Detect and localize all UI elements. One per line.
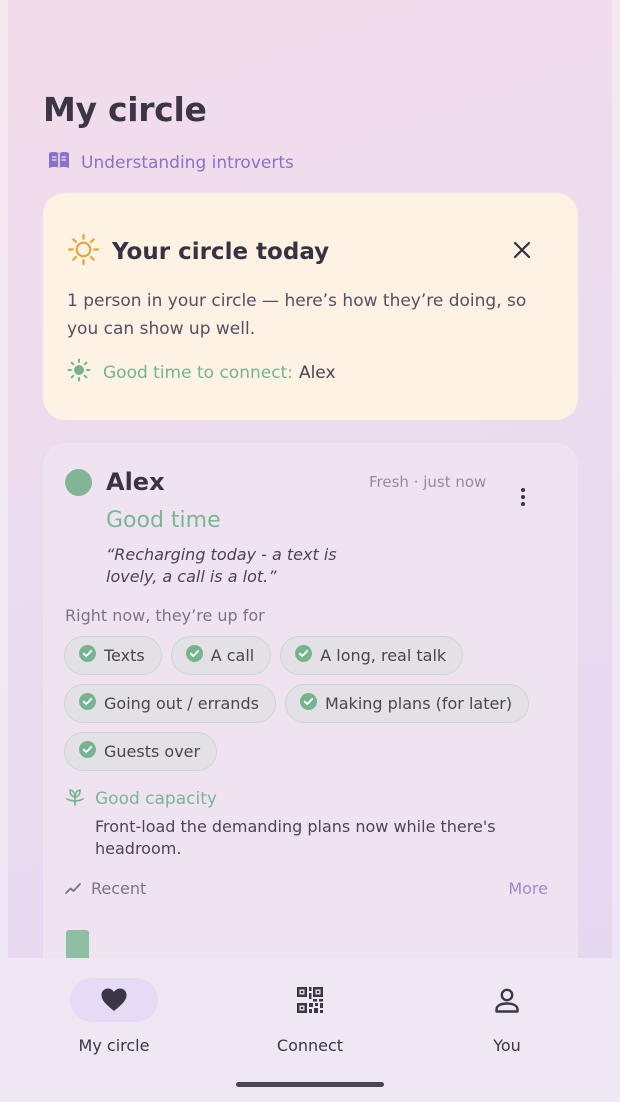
nav-active-indicator (70, 978, 158, 1022)
small-sun-icon (67, 358, 91, 387)
kebab-menu-icon (515, 488, 531, 506)
guide-link-label: Understanding introverts (81, 152, 294, 173)
circle-today-description: 1 person in your circle — here’s how the… (67, 291, 527, 339)
activity-chip-label: Going out / errands (104, 694, 259, 713)
recent-section-label: Recent (65, 879, 146, 898)
check-circle-icon (295, 645, 313, 666)
nav-label: My circle (78, 1036, 150, 1055)
check-circle-icon (185, 645, 203, 666)
circle-today-card: Your circle today 1 person in your circl… (43, 193, 578, 420)
book-icon (48, 150, 70, 175)
activity-chip-label: A call (210, 646, 255, 665)
close-button[interactable] (512, 240, 532, 260)
check-circle-icon (79, 693, 96, 714)
freshness-label: Fresh · just now (369, 473, 487, 491)
nav-item-my-circle[interactable]: My circle (44, 978, 184, 1055)
activity-chip: A long, real talk (280, 636, 464, 675)
capacity-indicator: Good capacity (65, 787, 217, 811)
recent-label: Recent (91, 879, 147, 898)
sprout-icon (65, 787, 85, 811)
mood-status: Good time (106, 508, 221, 533)
bottom-navigation: My circle Connect You (0, 958, 620, 1102)
status-dot (65, 469, 92, 496)
qr-code-icon (297, 987, 323, 1013)
home-indicator[interactable] (236, 1082, 384, 1087)
activity-chip-label: Guests over (104, 742, 201, 761)
activity-chip-label: A long, real talk (320, 646, 447, 665)
sun-icon (67, 233, 100, 270)
person-icon (495, 988, 519, 1013)
understanding-introverts-link[interactable]: Understanding introverts (48, 150, 294, 175)
check-circle-icon (79, 741, 96, 762)
screen-edge-right (612, 0, 620, 1102)
activity-chip: A call (170, 636, 272, 675)
circle-today-header: Your circle today (67, 233, 329, 270)
activity-chip: Texts (64, 636, 162, 675)
check-circle-icon (299, 693, 317, 714)
more-link[interactable]: More (508, 879, 548, 898)
connect-label: Good time to connect: (103, 362, 293, 383)
nav-item-you[interactable]: You (437, 978, 577, 1055)
activity-chip: Making plans (for later) (284, 684, 530, 723)
nav-label: You (493, 1036, 521, 1055)
status-quote: “Recharging today - a text is lovely, a … (106, 545, 337, 586)
person-name: Alex (106, 468, 165, 496)
heart-icon (101, 988, 127, 1011)
activity-chips: Texts A call A long, real talk Going out… (64, 636, 534, 771)
up-for-label: Right now, they’re up for (65, 606, 265, 625)
circle-today-title: Your circle today (112, 238, 330, 265)
nav-item-connect[interactable]: Connect (240, 978, 380, 1055)
capacity-label: Good capacity (95, 789, 217, 809)
close-icon (513, 241, 531, 259)
connect-person-name: Alex (298, 362, 336, 383)
more-options-button[interactable] (515, 488, 531, 508)
activity-chip: Going out / errands (64, 684, 276, 723)
nav-label: Connect (276, 1036, 344, 1055)
good-time-to-connect: Good time to connect: Alex (67, 358, 336, 387)
check-circle-icon (79, 645, 96, 666)
screen-edge-left (0, 0, 8, 1102)
page-title: My circle (43, 90, 207, 129)
activity-chip: Guests over (64, 732, 218, 771)
activity-chip-label: Texts (104, 646, 145, 665)
capacity-tip: Front-load the demanding plans now while… (95, 817, 496, 858)
trend-icon (65, 879, 81, 898)
person-card-alex[interactable]: Alex Fresh · just now Good time “Recharg… (43, 443, 578, 1003)
activity-chip-label: Making plans (for later) (324, 694, 513, 713)
